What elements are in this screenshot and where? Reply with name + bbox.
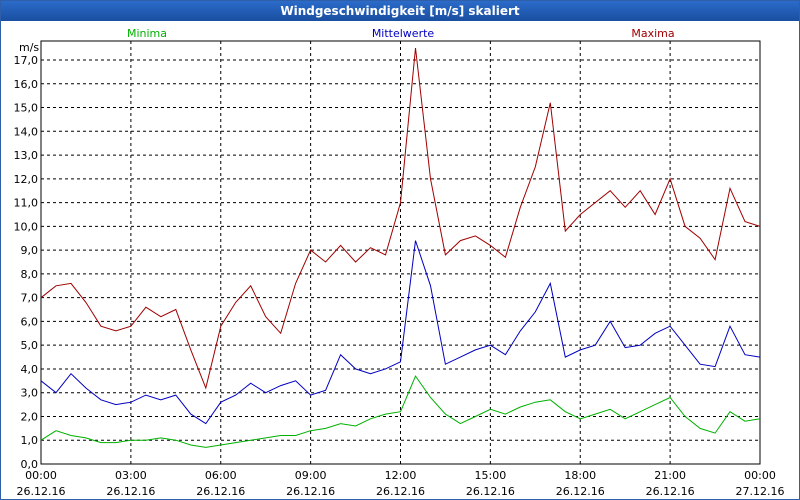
- legend-entry-minima: Minima: [127, 27, 167, 40]
- y-tick-label: 2,0: [21, 410, 39, 423]
- y-tick-label: 3,0: [21, 387, 39, 400]
- y-tick-label: 9,0: [21, 244, 39, 257]
- grid-lines: [41, 41, 760, 465]
- legend-entry-maxima: Maxima: [631, 27, 674, 40]
- y-tick-label: 11,0: [14, 197, 39, 210]
- y-tick-label: 16,0: [14, 78, 39, 91]
- x-tick-time: 00:00: [744, 469, 776, 482]
- x-tick-date: 26.12.16: [106, 485, 155, 498]
- y-tick-label: 4,0: [21, 363, 39, 376]
- y-tick-label: 7,0: [21, 292, 39, 305]
- x-tick-date: 26.12.16: [286, 485, 335, 498]
- y-tick-label: 12,0: [14, 173, 39, 186]
- x-tick-time: 09:00: [295, 469, 327, 482]
- legend-entry-mittelwerte: Mittelwerte: [372, 27, 435, 40]
- y-tick-label: 15,0: [14, 102, 39, 115]
- y-tick-label: 14,0: [14, 125, 39, 138]
- y-tick-labels: 0,01,02,03,04,05,06,07,08,09,010,011,012…: [14, 54, 39, 471]
- x-tick-date: 26.12.16: [196, 485, 245, 498]
- y-tick-label: 17,0: [14, 54, 39, 67]
- x-tick-time: 12:00: [385, 469, 417, 482]
- y-tick-label: 13,0: [14, 149, 39, 162]
- x-tick-time: 15:00: [475, 469, 507, 482]
- x-tick-date: 26.12.16: [17, 485, 66, 498]
- series-line-minima: [40, 375, 761, 448]
- y-tick-label: 5,0: [21, 339, 39, 352]
- y-tick-label: 8,0: [21, 268, 39, 281]
- window-title: Windgeschwindigkeit [m/s] skaliert: [1, 1, 799, 21]
- x-tick-time: 03:00: [115, 469, 147, 482]
- chart-window: Windgeschwindigkeit [m/s] skaliert m/s 0…: [0, 0, 800, 500]
- x-tick-time: 18:00: [564, 469, 596, 482]
- x-tick-date: 26.12.16: [646, 485, 695, 498]
- x-tick-time: 00:00: [25, 469, 57, 482]
- legend: Minima Mittelwerte Maxima: [127, 27, 675, 40]
- y-axis-label: m/s: [19, 41, 39, 54]
- x-tick-date: 26.12.16: [376, 485, 425, 498]
- x-tick-date: 26.12.16: [556, 485, 605, 498]
- x-tick-labels: 00:00 26.12.16 03:00 26.12.16 06:00 26.12.16 0…: [17, 469, 785, 498]
- x-tick-date: 27.12.16: [736, 485, 785, 498]
- y-tick-label: 6,0: [21, 315, 39, 328]
- x-tick-time: 21:00: [654, 469, 686, 482]
- x-tick-date: 26.12.16: [466, 485, 515, 498]
- x-tick-time: 06:00: [205, 469, 237, 482]
- y-tick-label: 1,0: [21, 434, 39, 447]
- wind-speed-chart: m/s 0,01,02,03,04,05,06,07,08,09,010,011…: [14, 27, 785, 498]
- y-tick-label: 10,0: [14, 220, 39, 233]
